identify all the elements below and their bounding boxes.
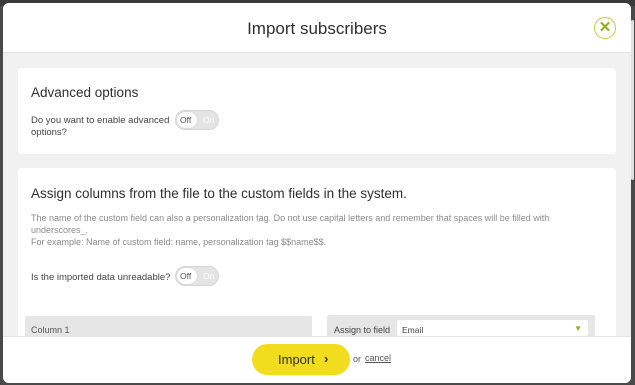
toggle-off-label: Off — [180, 271, 192, 281]
assign-field-value: Email — [402, 325, 424, 335]
advanced-options-heading: Advanced options — [31, 85, 139, 100]
advanced-options-question-line2: options? — [31, 127, 67, 138]
cancel-link[interactable]: cancel — [365, 353, 391, 363]
page-scrollbar[interactable] — [631, 20, 634, 180]
toggle-on-label: On — [203, 271, 215, 281]
assign-columns-panel: Assign columns from the file to the cust… — [18, 168, 616, 336]
modal-header: Import subscribers ✕ — [3, 3, 631, 53]
toggle-on-label: On — [203, 115, 215, 125]
assign-columns-heading: Assign columns from the file to the cust… — [31, 186, 407, 201]
modal-footer: Import › or cancel — [3, 336, 631, 383]
assign-to-field-label: Assign to field — [334, 325, 391, 335]
assign-field-select[interactable]: Email ▼ — [397, 320, 588, 336]
chevron-down-icon: ▼ — [574, 324, 582, 333]
import-button-label: Import — [278, 352, 315, 367]
unreadable-data-toggle[interactable]: Off On — [175, 266, 219, 286]
note-line3: For example: Name of custom field: name,… — [31, 237, 327, 247]
import-button[interactable]: Import › — [252, 344, 350, 375]
note-line1: The name of the custom field can also a … — [31, 213, 550, 223]
unreadable-question: Is the imported data unreadable? — [31, 272, 171, 283]
modal-body: Advanced options Do you want to enable a… — [3, 54, 631, 336]
arrow-right-icon: › — [324, 351, 329, 366]
advanced-options-question-line1: Do you want to enable advanced — [31, 115, 170, 126]
close-icon: ✕ — [598, 19, 612, 36]
column-1-label: Column 1 — [31, 325, 70, 335]
modal-title: Import subscribers — [247, 19, 387, 38]
advanced-options-toggle[interactable]: Off On — [175, 110, 219, 130]
toggle-off-label: Off — [180, 115, 192, 125]
column-1-header: Column 1 — [25, 316, 312, 336]
advanced-options-question: Do you want to enable advanced options? — [31, 115, 169, 139]
import-subscribers-modal: Import subscribers ✕ Advanced options Do… — [3, 3, 631, 383]
assign-field-row: Assign to field Email ▼ — [327, 315, 595, 336]
assign-columns-note: The name of the custom field can also a … — [31, 212, 603, 248]
close-button[interactable]: ✕ — [594, 17, 616, 39]
or-text: or — [353, 354, 362, 364]
note-line2: underscores_. — [31, 225, 89, 235]
advanced-options-panel: Advanced options Do you want to enable a… — [18, 68, 616, 154]
